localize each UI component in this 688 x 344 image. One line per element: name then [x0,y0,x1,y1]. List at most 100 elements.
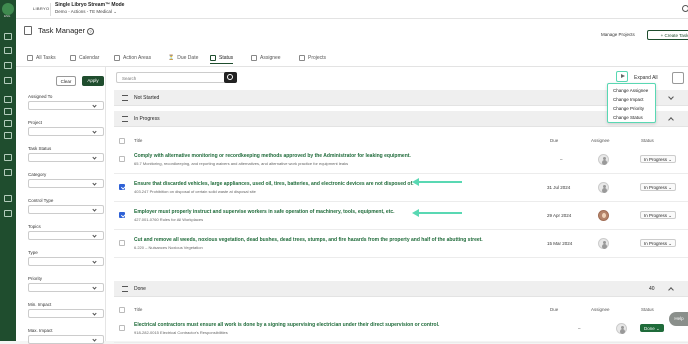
calendar-icon[interactable] [4,33,12,40]
max-impact-select[interactable] [28,335,104,344]
task-title[interactable]: Comply with alternative monitoring or re… [134,153,411,159]
chevron-up-icon[interactable] [668,117,674,123]
menu-item-change-impact[interactable]: Change Impact [613,97,644,102]
section-title: Not Started [134,95,160,101]
arrow-return-icon[interactable] [4,120,12,127]
table-row[interactable]: Comply with alternative monitoring or re… [114,146,688,174]
table-row[interactable]: Employer must properly instruct and supe… [114,202,688,230]
clipboard-icon[interactable] [4,77,12,84]
status-select[interactable]: Done ⌄ [640,324,664,332]
section-not-started[interactable]: Not Started [114,90,688,106]
wrench-icon[interactable] [4,62,12,69]
app-sidebar-rail [0,0,16,341]
tab-projects[interactable]: Projects [299,52,326,64]
assigned-to-select[interactable] [28,101,104,110]
task-title[interactable]: Employer must properly instruct and supe… [134,209,395,215]
help-button[interactable]: Help [669,312,688,326]
search-button[interactable] [224,72,237,83]
menu-item-change-assignee[interactable]: Change Assignee [613,88,648,93]
stream-selector[interactable]: Demo - Actions - TE Medical ⌄ [55,9,117,15]
apply-button[interactable]: Apply [82,76,104,86]
search-input[interactable]: Search [116,72,226,83]
table-row[interactable]: Electrical contractors must ensure all w… [114,315,688,343]
section-done[interactable]: Done 40 [114,281,688,297]
expand-all-button[interactable]: Expand All [634,75,658,81]
task-source: 427.001-0760 Rules for All Workplaces [134,217,204,222]
table-row[interactable]: Cut and remove all weeds, noxious vegeta… [114,230,688,258]
task-title[interactable]: Ensure that discarded vehicles, large ap… [134,181,414,187]
grid-icon[interactable] [4,195,12,202]
select-all-checkbox[interactable] [119,138,125,144]
filter-label: Category [28,172,47,177]
clear-button[interactable]: Clear [56,76,76,86]
task-title[interactable]: Cut and remove all weeds, noxious vegeta… [134,237,483,243]
min-impact-select[interactable] [28,309,104,318]
tab-label: Action Areas [123,55,152,61]
bell-icon[interactable] [4,47,12,54]
tab-label: Status [219,54,234,61]
status-select[interactable]: In Progress ⌄ [640,211,676,219]
arrow-return-icon[interactable] [4,96,12,103]
column-due[interactable]: Due [550,138,558,143]
select-all-checkbox[interactable] [119,307,125,313]
task-title[interactable]: Electrical contractors must ensure all w… [134,322,439,328]
filter-label: Task Status [28,146,52,151]
search-icon[interactable] [682,5,688,12]
section-in-progress[interactable]: In Progress [114,111,688,127]
priority-select[interactable] [28,283,104,292]
manage-projects-link[interactable]: Manage Projects [601,32,635,37]
stream-name: Demo - Actions - TE Medical [55,9,112,14]
task-due: – [578,326,581,331]
status-select[interactable]: In Progress ⌄ [640,155,676,163]
chevron-down-icon[interactable] [668,94,674,100]
control-type-select[interactable] [28,205,104,214]
row-checkbox[interactable] [119,325,125,331]
assignee-avatar[interactable] [598,238,609,249]
tab-calendar[interactable]: Calendar [70,52,99,64]
bulk-actions-menu: Change Assignee Change Impact Change Pri… [607,83,656,123]
category-select[interactable] [28,179,104,188]
list-icon[interactable] [4,154,12,161]
tab-due-date[interactable]: ⏳ Due Date [168,52,198,64]
bulk-actions-button[interactable] [616,71,628,82]
assignee-avatar[interactable] [598,210,609,221]
export-icon[interactable] [672,72,684,84]
row-checkbox[interactable] [119,156,125,162]
row-checkbox[interactable] [119,240,125,246]
assignee-avatar[interactable] [598,154,609,165]
org-chart-icon[interactable] [4,210,12,217]
type-select[interactable] [28,257,104,266]
folder-icon[interactable] [4,169,12,176]
status-value: In Progress [644,213,668,218]
column-status[interactable]: Status [641,307,654,312]
column-due[interactable]: Due [550,307,558,312]
menu-item-change-priority[interactable]: Change Priority [613,106,644,111]
arrow-return-icon[interactable] [4,132,12,139]
tab-all-tasks[interactable]: All Tasks [27,52,56,64]
status-select[interactable]: In Progress ⌄ [640,183,676,191]
table-row[interactable]: Ensure that discarded vehicles, large ap… [114,174,688,202]
help-icon[interactable]: ? [87,28,94,35]
task-due: 29 Apr 2024 [547,213,572,218]
status-select[interactable]: In Progress ⌄ [640,239,676,247]
menu-item-change-status[interactable]: Change Status [613,115,643,120]
project-select[interactable] [28,127,104,136]
tab-action-areas[interactable]: Action Areas [114,52,151,64]
create-task-button[interactable]: + Create Task [647,30,688,40]
row-checkbox[interactable] [119,184,125,190]
chevron-up-icon[interactable] [668,287,674,293]
column-title[interactable]: Title [134,307,142,312]
arrow-return-icon[interactable] [4,108,12,115]
topics-select[interactable] [28,231,104,240]
column-status[interactable]: Status [641,138,654,143]
assignee-avatar[interactable] [598,182,609,193]
tab-assignee[interactable]: Assignee [251,52,281,64]
column-assignee: Assignee [591,307,610,312]
annotation-arrow [412,209,462,217]
row-checkbox[interactable] [119,212,125,218]
task-status-select[interactable] [28,153,104,162]
column-title[interactable]: Title [134,138,142,143]
assignee-avatar[interactable] [616,323,627,334]
tab-label: All Tasks [36,55,56,61]
tab-status[interactable]: Status [210,52,234,64]
